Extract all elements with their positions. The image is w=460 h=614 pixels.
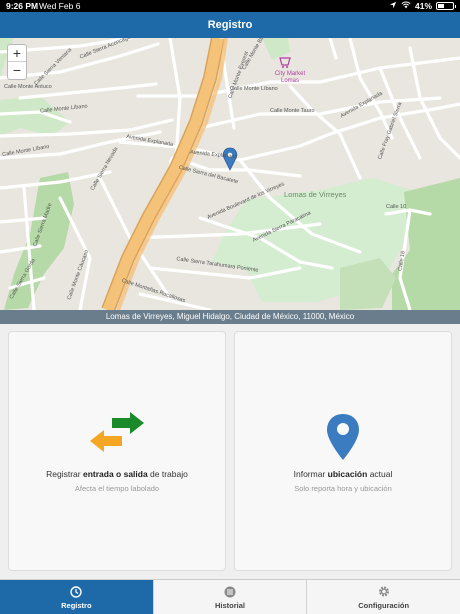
tab-configuracion[interactable]: Configuración <box>306 580 460 614</box>
battery-icon <box>436 2 456 10</box>
tab-label: Historial <box>215 601 246 610</box>
zoom-in-button[interactable]: + <box>8 45 26 62</box>
tab-bar: Registro Historial Configuración <box>0 579 460 614</box>
tab-label: Registro <box>61 601 92 610</box>
zoom-out-button[interactable]: − <box>8 62 26 79</box>
street-label: Calle Monte Tauro <box>270 108 315 114</box>
shopping-cart-icon <box>279 57 291 68</box>
map-view[interactable]: Calle Sierra Aconcagua Calle Sierra Vent… <box>0 38 460 310</box>
address-label: Lomas de Virreyes, Miguel Hidalgo, Ciuda… <box>0 310 460 324</box>
wifi-icon <box>401 1 411 11</box>
tab-historial[interactable]: Historial <box>152 580 307 614</box>
report-location-subtitle: Solo reporta hora y ubicación <box>294 484 392 493</box>
navigation-bar: Registro <box>0 12 460 38</box>
page-title: Registro <box>207 19 253 31</box>
map-pin-icon <box>327 414 359 465</box>
report-location-title: Informar ubicación actual <box>293 469 393 479</box>
street-label: Calle Monte Antuco <box>4 84 52 90</box>
zoom-control: + − <box>7 44 27 80</box>
tab-registro[interactable]: Registro <box>0 580 153 614</box>
poi-label: City Market Lomas <box>274 71 306 84</box>
in-out-arrows-icon <box>90 412 144 457</box>
status-time: 9:26 PM <box>6 1 39 11</box>
street-label: Calle 10 <box>386 204 407 210</box>
register-work-subtitle: Afecta el tiempo labolado <box>74 484 160 493</box>
location-arrow-icon <box>389 1 397 11</box>
report-location-card[interactable]: Informar ubicación actual Solo reporta h… <box>234 331 452 571</box>
battery-percent: 41% <box>414 1 432 11</box>
tab-label: Configuración <box>358 601 410 610</box>
register-work-title: Registrar entrada o salida de trabajo <box>46 469 188 479</box>
register-work-card[interactable]: Registrar entrada o salida de trabajo Af… <box>8 331 226 571</box>
neighborhood-label: Lomas de Virreyes <box>284 190 347 199</box>
status-date: Wed Feb 6 <box>39 1 81 11</box>
status-bar: 9:26 PM Wed Feb 6 41% <box>0 0 460 12</box>
